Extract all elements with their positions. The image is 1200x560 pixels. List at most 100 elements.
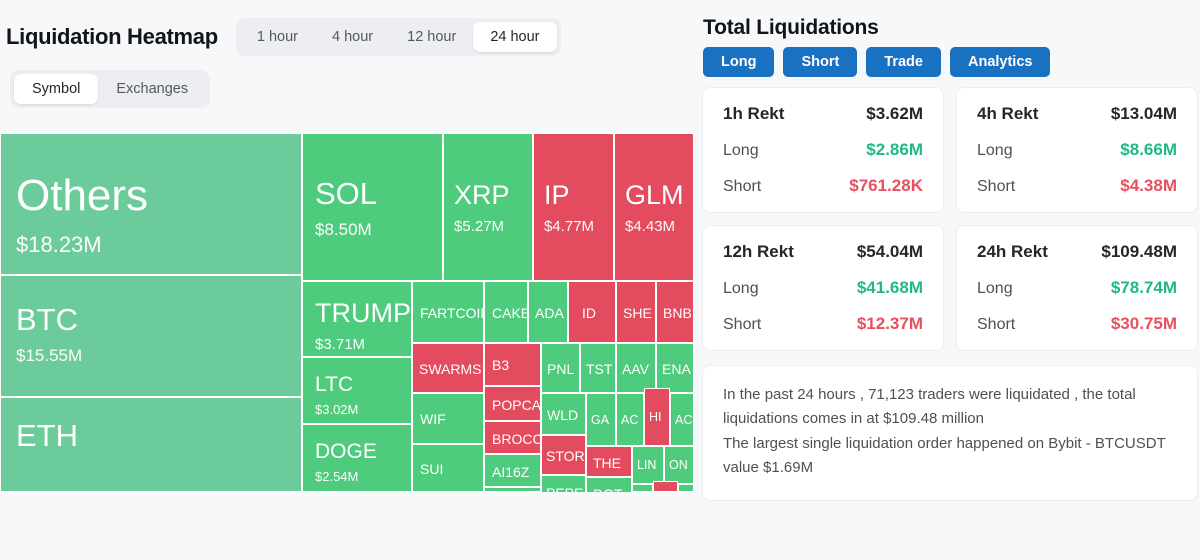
range-tab-12-hour[interactable]: 12 hour (390, 22, 473, 52)
rekt-total-value: $3.62M (866, 104, 923, 123)
tile-label: CAKE (492, 305, 528, 321)
treemap-tile-wld[interactable]: WLD (541, 393, 586, 435)
card-head-row: 1h Rekt $3.62M (723, 104, 923, 124)
treemap-tile-stor[interactable]: STOR (541, 435, 586, 475)
treemap-tile-others[interactable]: Others $18.23M (0, 133, 302, 275)
tile-label: WIF (420, 411, 446, 427)
treemap-tile-ena[interactable]: ENA (656, 343, 694, 393)
treemap-tile-ac[interactable]: AC (616, 393, 644, 446)
short-label: Short (723, 178, 762, 195)
treemap-tile-xrp[interactable]: XRP $5.27M (443, 133, 533, 281)
tile-label: FARTCOIN (420, 305, 484, 321)
treemap-tile-wif[interactable]: WIF (412, 393, 484, 444)
long-value: $78.74M (1110, 278, 1177, 297)
card-head-row: 4h Rekt $13.04M (977, 104, 1177, 124)
short-label: Short (977, 316, 1016, 333)
rekt-period-label: 4h Rekt (977, 104, 1039, 123)
tile-label: TRUMP (315, 298, 411, 328)
treemap-tile-tst[interactable]: TST (580, 343, 616, 393)
tile-label: B3 (492, 357, 510, 373)
tile-label: LTC (315, 373, 354, 396)
treemap-tile-sol[interactable]: SOL $8.50M (302, 133, 443, 281)
treemap-tile-ip[interactable]: IP $4.77M (533, 133, 614, 281)
treemap-tile-cake[interactable]: CAKE (484, 281, 528, 343)
tile-label: SUI (420, 461, 444, 477)
tile-value: $4.43M (625, 218, 676, 235)
summary-line-1: In the past 24 hours , 71,123 traders we… (723, 386, 1136, 428)
tile-label: ON (669, 458, 688, 472)
tile-label: GLM (625, 180, 684, 210)
rekt-card-12h: 12h Rekt $54.04M Long $41.68M Short $12.… (702, 225, 944, 351)
tile-label: Others (16, 171, 149, 220)
heatmap-panel: Liquidation Heatmap 1 hour 4 hour 12 hou… (0, 0, 696, 560)
treemap-tile-doge[interactable]: DOGE $2.54M (302, 424, 412, 492)
tile-label: SOL (315, 176, 378, 211)
treemap-tile-filler-3[interactable] (678, 484, 694, 492)
treemap-tile-filler-4[interactable] (484, 487, 541, 492)
short-value: $4.38M (1120, 176, 1177, 195)
treemap-tile-filler-1[interactable] (632, 484, 653, 492)
tab-long[interactable]: Long (703, 47, 775, 77)
long-value: $8.66M (1120, 140, 1177, 159)
tile-label: ID (582, 305, 596, 321)
liquidations-tab-group: Long Short Trade Analytics (703, 47, 1200, 77)
range-tab-24-hour[interactable]: 24 hour (473, 22, 557, 52)
long-value: $2.86M (866, 140, 923, 159)
treemap-tile-pepe[interactable]: PEPE (541, 475, 586, 492)
treemap-tile-pnl[interactable]: PNL (541, 343, 580, 393)
treemap-tile-trump[interactable]: TRUMP $3.71M (302, 281, 412, 357)
range-tab-1-hour[interactable]: 1 hour (240, 22, 315, 52)
treemap-tile-filler-2[interactable] (653, 481, 678, 492)
card-head-row: 24h Rekt $109.48M (977, 242, 1177, 262)
tile-label: BROCCO (492, 431, 540, 447)
tab-trade[interactable]: Trade (866, 47, 941, 77)
treemap-tile-on[interactable]: ON (664, 446, 694, 484)
rekt-card-1h: 1h Rekt $3.62M Long $2.86M Short $761.28… (702, 87, 944, 213)
summary-card: In the past 24 hours , 71,123 traders we… (702, 365, 1198, 502)
long-value: $41.68M (856, 278, 923, 297)
tile-label: SHE (623, 305, 652, 321)
treemap-tile-dot[interactable]: DOT (586, 477, 632, 492)
treemap-tile-ltc[interactable]: LTC $3.02M (302, 357, 412, 424)
treemap-tile-brocco[interactable]: BROCCO (484, 421, 541, 454)
tile-label: PEPE (546, 486, 585, 492)
treemap-tile-the[interactable]: THE (586, 446, 632, 477)
rekt-card-24h: 24h Rekt $109.48M Long $78.74M Short $30… (956, 225, 1198, 351)
treemap-tile-popcat[interactable]: POPCAT (484, 386, 541, 421)
tile-label: AC (621, 413, 639, 427)
tile-value: $2.54M (315, 469, 359, 484)
card-short-row: Short $12.37M (723, 314, 923, 334)
treemap-tile-btc[interactable]: BTC $15.55M (0, 275, 302, 397)
treemap-tile-eth[interactable]: ETH (0, 397, 302, 492)
rekt-period-label: 12h Rekt (723, 242, 794, 261)
treemap-tile-fartcoin[interactable]: FARTCOIN (412, 281, 484, 343)
treemap-tile-lin[interactable]: LIN (632, 446, 664, 484)
treemap-tile-ai16z[interactable]: AI16Z (484, 454, 541, 487)
treemap-tile-bnb[interactable]: BNB (656, 281, 694, 343)
tab-exchanges[interactable]: Exchanges (98, 74, 206, 104)
tab-symbol[interactable]: Symbol (14, 74, 99, 104)
treemap-tile-hi[interactable]: HI (644, 388, 670, 446)
treemap-tile-she[interactable]: SHE (616, 281, 656, 343)
tile-label: AI16Z (492, 464, 530, 480)
tile-label: BNB (663, 305, 692, 321)
range-tab-group: 1 hour 4 hour 12 hour 24 hour (235, 18, 561, 56)
treemap-tile-aav[interactable]: AAV (616, 343, 656, 393)
long-label: Long (723, 142, 759, 159)
treemap-tile-id[interactable]: ID (568, 281, 616, 343)
tile-label: XRP (454, 180, 510, 210)
treemap-tile-b3[interactable]: B3 (484, 343, 541, 386)
tab-short[interactable]: Short (783, 47, 858, 77)
treemap-tile-ga[interactable]: GA (586, 393, 616, 446)
tile-value: $3.02M (315, 402, 359, 417)
treemap-tile-glm[interactable]: GLM $4.43M (614, 133, 694, 281)
treemap-tile-swarms[interactable]: SWARMS (412, 343, 484, 393)
treemap-tile-ada[interactable]: ADA (528, 281, 568, 343)
range-tab-4-hour[interactable]: 4 hour (315, 22, 390, 52)
treemap-tile-ac-2[interactable]: AC2 (670, 393, 694, 446)
tab-analytics[interactable]: Analytics (949, 47, 1051, 77)
tile-label: STOR (546, 448, 585, 464)
tile-label: ETH (16, 418, 78, 453)
treemap-tile-sui[interactable]: SUI (412, 444, 484, 492)
short-value: $12.37M (856, 314, 923, 333)
